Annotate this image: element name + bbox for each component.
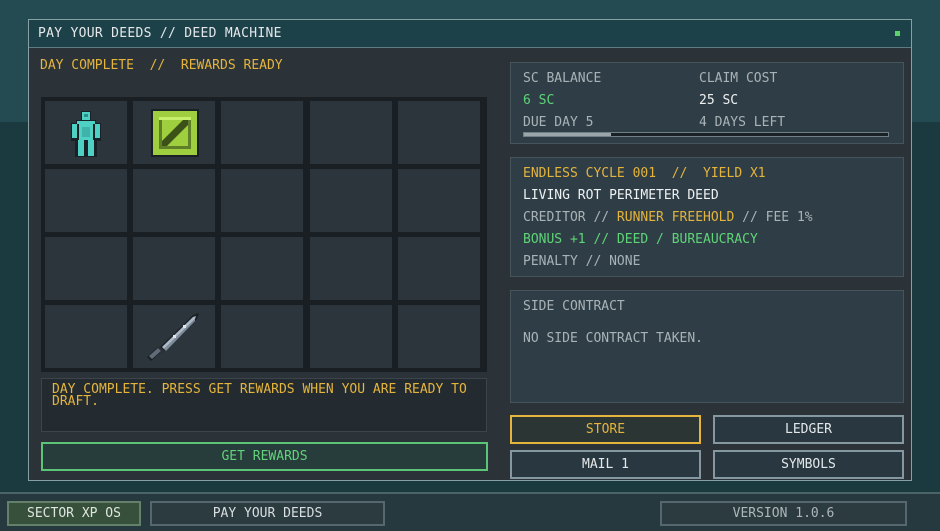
deed-name: LIVING ROT PERIMETER DEED xyxy=(523,188,719,203)
days-left-label: 4 DAYS LEFT xyxy=(699,115,786,130)
penalty-line: PENALTY // NONE xyxy=(523,254,641,269)
inventory-slot[interactable] xyxy=(310,237,392,300)
taskbar-app-pay-your-deeds[interactable]: PAY YOUR DEEDS xyxy=(150,501,385,526)
inventory-slot[interactable] xyxy=(45,305,127,368)
day-status: DAY COMPLETE // REWARDS READY xyxy=(40,58,283,73)
inventory-slot[interactable] xyxy=(133,237,215,300)
inventory-slot[interactable] xyxy=(221,237,303,300)
deed-panel: ENDLESS CYCLE 001 // YIELD X1 LIVING ROT… xyxy=(510,157,904,277)
side-contract-text: NO SIDE CONTRACT TAKEN. xyxy=(523,331,704,346)
inventory-slot[interactable] xyxy=(310,169,392,232)
version-label: VERSION 1.0.6 xyxy=(660,501,907,526)
creditor-fee: // FEE 1% xyxy=(742,210,813,225)
message-text: DAY COMPLETE. PRESS GET REWARDS WHEN YOU… xyxy=(52,382,467,409)
mail-button[interactable]: MAIL 1 xyxy=(510,450,701,479)
figure-icon xyxy=(71,111,101,157)
inventory-slot[interactable] xyxy=(45,169,127,232)
deed-machine-window: PAY YOUR DEEDS // DEED MACHINE DAY COMPL… xyxy=(28,19,912,481)
message-box: DAY COMPLETE. PRESS GET REWARDS WHEN YOU… xyxy=(41,378,487,432)
due-progress-bar xyxy=(523,132,889,137)
ledger-button[interactable]: LEDGER xyxy=(713,415,904,444)
inventory-grid xyxy=(41,97,487,372)
side-contract-title: SIDE CONTRACT xyxy=(523,299,625,314)
sc-balance-value: 6 SC xyxy=(523,93,555,108)
store-button[interactable]: STORE xyxy=(510,415,701,444)
creditor-prefix: CREDITOR // xyxy=(523,210,610,225)
crate-icon xyxy=(151,109,199,157)
window-title: PAY YOUR DEEDS // DEED MACHINE xyxy=(38,26,282,41)
side-contract-panel: SIDE CONTRACT NO SIDE CONTRACT TAKEN. xyxy=(510,290,904,403)
creditor-name: RUNNER FREEHOLD xyxy=(616,210,735,225)
inventory-slot[interactable] xyxy=(310,305,392,368)
inventory-slot[interactable] xyxy=(398,101,480,164)
due-day-label: DUE DAY 5 xyxy=(523,115,594,130)
creditor-line: CREDITOR // RUNNER FREEHOLD // FEE 1% xyxy=(523,210,813,225)
inventory-slot[interactable] xyxy=(133,101,215,164)
balance-panel: SC BALANCE 6 SC DUE DAY 5 CLAIM COST 25 … xyxy=(510,62,904,144)
inventory-slot[interactable] xyxy=(221,305,303,368)
inventory-slot[interactable] xyxy=(45,237,127,300)
cycle-header: ENDLESS CYCLE 001 // YIELD X1 xyxy=(523,166,766,181)
status-indicator-icon xyxy=(895,31,900,36)
symbols-button[interactable]: SYMBOLS xyxy=(713,450,904,479)
bonus-line: BONUS +1 // DEED / BUREAUCRACY xyxy=(523,232,758,247)
inventory-slot[interactable] xyxy=(45,101,127,164)
sc-balance-label: SC BALANCE xyxy=(523,71,602,86)
inventory-slot[interactable] xyxy=(221,101,303,164)
inventory-slot[interactable] xyxy=(310,101,392,164)
inventory-slot[interactable] xyxy=(221,169,303,232)
knife-icon xyxy=(147,313,199,361)
claim-cost-label: CLAIM COST xyxy=(699,71,778,86)
inventory-slot[interactable] xyxy=(398,305,480,368)
get-rewards-button[interactable]: GET REWARDS xyxy=(41,442,488,471)
os-start-button[interactable]: SECTOR XP OS xyxy=(7,501,141,526)
claim-cost-value: 25 SC xyxy=(699,93,739,108)
inventory-slot[interactable] xyxy=(133,305,215,368)
inventory-slot[interactable] xyxy=(398,237,480,300)
inventory-slot[interactable] xyxy=(133,169,215,232)
taskbar: SECTOR XP OS PAY YOUR DEEDS VERSION 1.0.… xyxy=(0,492,940,531)
inventory-slot[interactable] xyxy=(398,169,480,232)
due-progress-fill xyxy=(524,133,612,136)
title-bar[interactable]: PAY YOUR DEEDS // DEED MACHINE xyxy=(29,20,911,48)
